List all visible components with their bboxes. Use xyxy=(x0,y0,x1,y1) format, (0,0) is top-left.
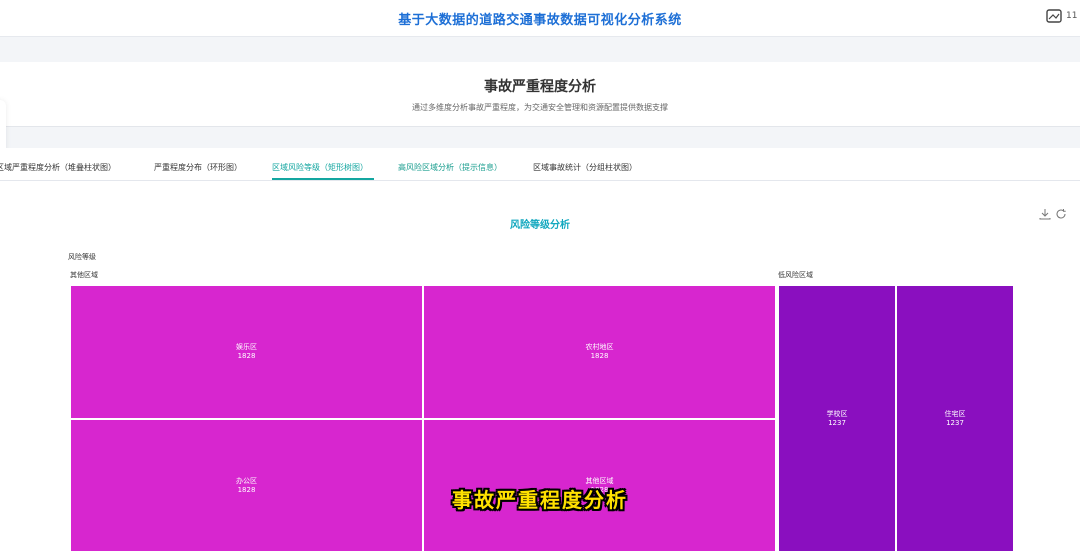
treemap-cell-label: 娱乐区 xyxy=(236,343,257,351)
tab-region-stats[interactable]: 区域事故统计（分组柱状图） xyxy=(533,162,637,173)
section-header: 事故严重程度分析 通过多维度分析事故严重程度，为交通安全管理和资源配置提供数据支… xyxy=(0,62,1080,127)
treemap-cell[interactable]: 娱乐区 1828 xyxy=(70,285,423,419)
tab-region-risk[interactable]: 区域风险等级（矩形树图） xyxy=(272,162,368,173)
chart-title: 风险等级分析 xyxy=(510,220,570,231)
group-label-low-risk: 低风险区域 xyxy=(778,271,813,279)
treemap-breadcrumb[interactable]: 风险等级 xyxy=(68,252,96,262)
video-caption: 事故严重程度分析 xyxy=(452,488,628,512)
tab-bar: 区域严重程度分析（堆叠柱状图） 严重程度分布（环形图） 区域风险等级（矩形树图）… xyxy=(0,148,1080,181)
user-count: 11 xyxy=(1066,11,1078,21)
tab-high-risk[interactable]: 高风险区域分析（提示信息） xyxy=(398,162,502,173)
treemap-cell-label: 住宅区 xyxy=(944,409,966,418)
user-area[interactable]: 11 xyxy=(1040,8,1080,28)
tab-region-severity[interactable]: 区域严重程度分析（堆叠柱状图） xyxy=(0,162,116,173)
treemap-cell-label: 学校区 xyxy=(826,409,848,418)
top-bar: 基于大数据的道路交通事故数据可视化分析系统 11 xyxy=(0,0,1080,37)
group-label-other: 其他区域 xyxy=(70,271,98,279)
section-subtitle: 通过多维度分析事故严重程度，为交通安全管理和资源配置提供数据支撑 xyxy=(412,103,668,112)
user-card-icon[interactable] xyxy=(1046,9,1062,23)
treemap-cell-value: 1828 xyxy=(590,352,609,360)
section-title: 事故严重程度分析 xyxy=(484,79,596,95)
treemap-cell[interactable]: 农村地区 1828 xyxy=(423,285,776,419)
treemap-cell-label: 农村地区 xyxy=(585,343,614,351)
app-title: 基于大数据的道路交通事故数据可视化分析系统 xyxy=(398,13,682,28)
active-tab-indicator xyxy=(272,178,374,180)
treemap-cell-value: 1828 xyxy=(237,352,256,360)
tab-severity-distribution[interactable]: 严重程度分布（环形图） xyxy=(154,162,242,173)
treemap-cell-value: 1237 xyxy=(828,418,846,427)
treemap-cell-value: 1237 xyxy=(946,418,964,427)
